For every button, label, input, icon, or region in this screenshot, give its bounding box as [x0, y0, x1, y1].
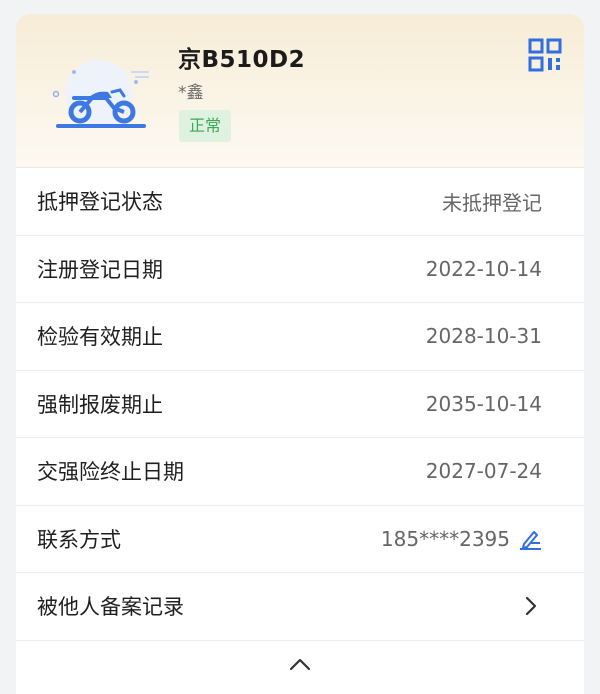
phone-number: 185****2395 [380, 526, 510, 551]
row-value: 2035-10-14 [425, 391, 542, 416]
row-value: 2022-10-14 [425, 256, 542, 281]
row-contact: 联系方式 185****2395 [16, 506, 584, 573]
contact-value: 185****2395 [381, 527, 542, 551]
row-label: 被他人备案记录 [37, 595, 184, 620]
collapse-button[interactable] [16, 641, 584, 687]
row-scrap-deadline: 强制报废期止 2035-10-14 [16, 371, 584, 438]
status-badge: 正常 [179, 110, 232, 142]
row-label: 抵押登记状态 [37, 190, 163, 215]
chevron-right-icon [525, 597, 537, 616]
owner-name: *鑫 [178, 83, 204, 103]
qr-code-icon[interactable] [528, 38, 562, 72]
edit-pen-icon[interactable] [516, 528, 542, 550]
motorcycle-icon [52, 60, 149, 128]
row-mortgage-status: 抵押登记状态 未抵押登记 [16, 168, 584, 236]
row-registration-date: 注册登记日期 2022-10-14 [16, 236, 584, 303]
row-label: 交强险终止日期 [37, 460, 184, 485]
row-value: 未抵押登记 [442, 190, 542, 215]
license-plate: 京B510D2 [178, 47, 306, 73]
vehicle-header: 京B510D2 *鑫 正常 [16, 14, 584, 168]
row-label: 检验有效期止 [37, 325, 163, 350]
row-label: 强制报废期止 [37, 392, 163, 417]
row-insurance-end-date: 交强险终止日期 2027-07-24 [16, 438, 584, 506]
row-label: 注册登记日期 [37, 257, 163, 282]
row-filing-records[interactable]: 被他人备案记录 [16, 573, 584, 641]
row-inspection-valid-until: 检验有效期止 2028-10-31 [16, 303, 584, 371]
vehicle-card: 京B510D2 *鑫 正常 抵押登记状态 未抵押登记 注册登记日期 2022-1… [16, 14, 584, 694]
row-value: 2028-10-31 [425, 324, 542, 349]
chevron-up-icon [289, 658, 311, 670]
row-label: 联系方式 [37, 527, 121, 552]
row-value: 2027-07-24 [425, 459, 542, 484]
